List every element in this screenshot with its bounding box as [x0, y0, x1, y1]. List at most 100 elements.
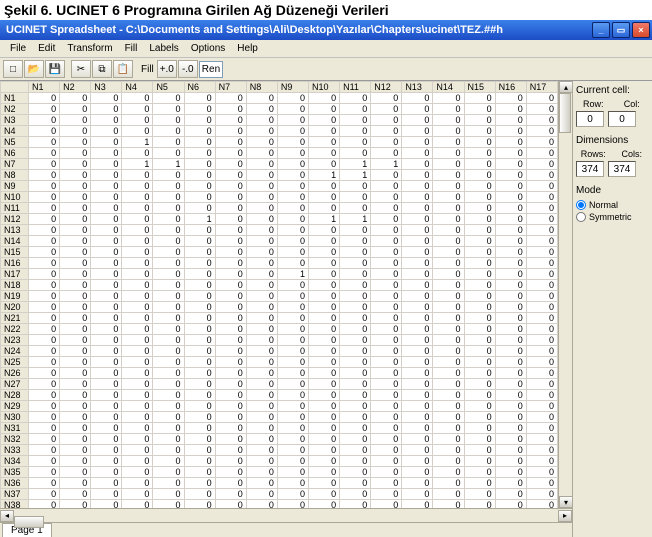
grid-cell[interactable]: 0 — [340, 335, 371, 346]
grid-cell[interactable]: 0 — [464, 401, 495, 412]
grid-cell[interactable]: 0 — [340, 390, 371, 401]
menu-options[interactable]: Options — [185, 41, 231, 56]
grid-cell[interactable]: 0 — [153, 456, 184, 467]
grid-cell[interactable]: 0 — [246, 390, 277, 401]
grid-cell[interactable]: 0 — [402, 423, 433, 434]
grid-cell[interactable]: 0 — [464, 170, 495, 181]
grid-cell[interactable]: 0 — [464, 489, 495, 500]
grid-cell[interactable]: 0 — [122, 401, 153, 412]
grid-cell[interactable]: 0 — [402, 291, 433, 302]
grid-cell[interactable]: 0 — [215, 412, 246, 423]
grid-cell[interactable]: 0 — [246, 423, 277, 434]
grid-cell[interactable]: 0 — [371, 280, 402, 291]
grid-cell[interactable]: 0 — [215, 225, 246, 236]
grid-cell[interactable]: 0 — [215, 126, 246, 137]
menu-labels[interactable]: Labels — [143, 41, 184, 56]
grid-cell[interactable]: 0 — [246, 126, 277, 137]
grid-cell[interactable]: 0 — [371, 269, 402, 280]
grid-cell[interactable]: 0 — [246, 313, 277, 324]
grid-cell[interactable]: 0 — [464, 456, 495, 467]
grid-cell[interactable]: 0 — [60, 203, 91, 214]
grid-cell[interactable]: 0 — [184, 379, 215, 390]
grid-cell[interactable]: 0 — [60, 445, 91, 456]
grid-cell[interactable]: 0 — [371, 423, 402, 434]
grid-cell[interactable]: 0 — [433, 313, 464, 324]
grid-cell[interactable]: 0 — [184, 302, 215, 313]
grid-cell[interactable]: 0 — [371, 489, 402, 500]
row-header[interactable]: N11 — [1, 203, 29, 214]
grid-cell[interactable]: 0 — [60, 126, 91, 137]
grid-cell[interactable]: 0 — [433, 225, 464, 236]
grid-cell[interactable]: 0 — [60, 170, 91, 181]
grid-cell[interactable]: 0 — [184, 148, 215, 159]
grid-cell[interactable]: 0 — [60, 467, 91, 478]
grid-cell[interactable]: 0 — [215, 236, 246, 247]
grid-cell[interactable]: 0 — [371, 478, 402, 489]
grid-cell[interactable]: 0 — [60, 269, 91, 280]
grid-cell[interactable]: 0 — [153, 335, 184, 346]
grid-cell[interactable]: 0 — [277, 126, 308, 137]
grid-cell[interactable]: 0 — [340, 412, 371, 423]
grid-cell[interactable]: 0 — [184, 489, 215, 500]
grid-cell[interactable]: 0 — [340, 368, 371, 379]
paste-button[interactable]: 📋 — [113, 60, 133, 78]
grid-cell[interactable]: 0 — [433, 478, 464, 489]
grid-cell[interactable]: 0 — [371, 390, 402, 401]
grid-cell[interactable]: 0 — [246, 148, 277, 159]
grid-cell[interactable]: 0 — [277, 148, 308, 159]
grid-cell[interactable]: 0 — [495, 401, 526, 412]
grid-cell[interactable]: 1 — [308, 170, 339, 181]
grid-cell[interactable]: 0 — [526, 258, 557, 269]
column-header[interactable]: N13 — [402, 82, 433, 93]
grid-cell[interactable]: 0 — [122, 390, 153, 401]
grid-cell[interactable]: 0 — [60, 93, 91, 104]
grid-cell[interactable]: 0 — [402, 203, 433, 214]
grid-cell[interactable]: 0 — [433, 500, 464, 509]
grid-cell[interactable]: 0 — [184, 357, 215, 368]
grid-cell[interactable]: 0 — [495, 247, 526, 258]
grid-cell[interactable]: 0 — [246, 192, 277, 203]
grid-cell[interactable]: 0 — [526, 181, 557, 192]
grid-cell[interactable]: 0 — [277, 302, 308, 313]
grid-cell[interactable]: 0 — [153, 412, 184, 423]
grid-cell[interactable]: 0 — [340, 104, 371, 115]
grid-cell[interactable]: 0 — [153, 280, 184, 291]
grid-cell[interactable]: 0 — [340, 137, 371, 148]
grid-cell[interactable]: 0 — [122, 269, 153, 280]
row-header[interactable]: N38 — [1, 500, 29, 509]
grid-cell[interactable]: 0 — [122, 203, 153, 214]
grid-cell[interactable]: 0 — [402, 225, 433, 236]
grid-cell[interactable]: 1 — [371, 159, 402, 170]
grid-cell[interactable]: 0 — [308, 500, 339, 509]
grid-cell[interactable]: 0 — [464, 291, 495, 302]
grid-cell[interactable]: 0 — [153, 500, 184, 509]
grid-cell[interactable]: 0 — [371, 214, 402, 225]
grid-cell[interactable]: 0 — [495, 181, 526, 192]
grid-cell[interactable]: 0 — [308, 379, 339, 390]
fill-minus-button[interactable]: -.0 — [178, 60, 198, 78]
grid-cell[interactable]: 0 — [60, 423, 91, 434]
grid-cell[interactable]: 0 — [526, 445, 557, 456]
grid-cell[interactable]: 0 — [526, 434, 557, 445]
grid-cell[interactable]: 0 — [153, 258, 184, 269]
grid-cell[interactable]: 0 — [215, 93, 246, 104]
grid-cell[interactable]: 0 — [60, 104, 91, 115]
grid-cell[interactable]: 0 — [153, 269, 184, 280]
grid-cell[interactable]: 0 — [153, 357, 184, 368]
column-header[interactable]: N17 — [526, 82, 557, 93]
grid-cell[interactable]: 0 — [433, 159, 464, 170]
grid-cell[interactable]: 0 — [340, 434, 371, 445]
grid-cell[interactable]: 0 — [433, 291, 464, 302]
grid-cell[interactable]: 0 — [60, 280, 91, 291]
grid-cell[interactable]: 0 — [308, 368, 339, 379]
grid-cell[interactable]: 0 — [153, 137, 184, 148]
grid-cell[interactable]: 0 — [246, 357, 277, 368]
grid-cell[interactable]: 0 — [153, 390, 184, 401]
grid-cell[interactable]: 0 — [29, 93, 60, 104]
grid-cell[interactable]: 0 — [153, 401, 184, 412]
grid-cell[interactable]: 0 — [277, 335, 308, 346]
grid-cell[interactable]: 0 — [340, 291, 371, 302]
grid-cell[interactable]: 0 — [277, 467, 308, 478]
menu-fill[interactable]: Fill — [119, 41, 144, 56]
grid-cell[interactable]: 0 — [29, 115, 60, 126]
